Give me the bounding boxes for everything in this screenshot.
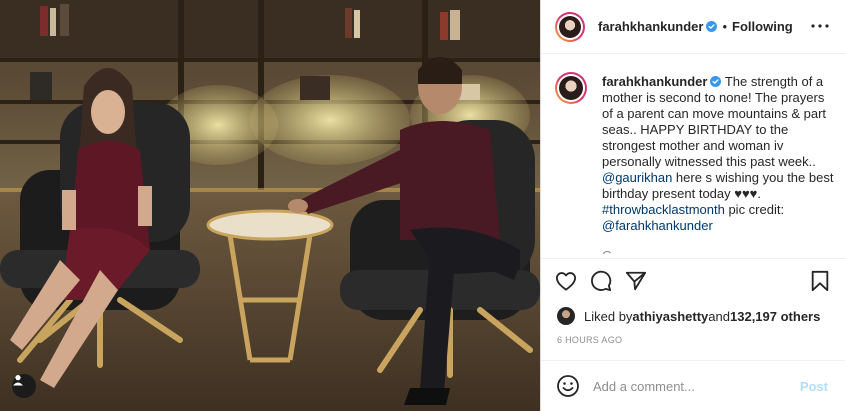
caption-username[interactable]: farahkhankunder xyxy=(602,74,707,89)
author-username[interactable]: farahkhankunder xyxy=(598,19,703,34)
hashtag-link[interactable]: #throwbacklastmonth xyxy=(602,202,725,217)
post-caption: farahkhankunder The strength of a mother… xyxy=(602,74,834,234)
post-header: farahkhankunder • Following xyxy=(541,0,845,54)
bookmark-icon[interactable] xyxy=(807,268,833,294)
liker-avatar[interactable] xyxy=(557,307,575,325)
instagram-post: farahkhankunder • Following farahkhankun… xyxy=(0,0,845,411)
likes-middle: and xyxy=(708,308,730,324)
ellipsis-icon[interactable] xyxy=(809,15,831,37)
user-silhouette-icon[interactable] xyxy=(12,374,36,398)
caption-text-3: pic credit: xyxy=(724,202,785,217)
post-timestamp[interactable]: 6 HOURS AGO xyxy=(557,335,622,345)
follow-status-button[interactable]: Following xyxy=(732,19,793,34)
caption-area: farahkhankunder The strength of a mother… xyxy=(541,54,845,259)
mention-farahkhankunder-link[interactable]: @farahkhankunder xyxy=(602,218,713,233)
author-avatar[interactable] xyxy=(555,11,585,42)
smiley-face-icon[interactable] xyxy=(555,373,581,399)
post-photo[interactable] xyxy=(0,0,540,411)
liker-username[interactable]: athiyashetty xyxy=(632,309,708,324)
verified-badge-icon xyxy=(710,76,722,87)
likes-prefix: Liked by xyxy=(584,308,633,324)
photo-illustration xyxy=(0,0,540,411)
comment-bar: Post xyxy=(541,360,845,411)
likes-summary: Liked by athiyashetty and 132,197 others xyxy=(557,307,820,325)
post-side-panel: farahkhankunder • Following farahkhankun… xyxy=(540,0,845,411)
verified-badge-icon xyxy=(706,21,718,32)
caption-author-avatar[interactable] xyxy=(555,72,587,104)
caption-next-line-partial: G... xyxy=(602,248,662,254)
comment-input[interactable] xyxy=(593,378,788,394)
comment-bubble-icon[interactable] xyxy=(588,268,614,294)
header-separator: • xyxy=(722,19,728,34)
post-comment-button[interactable]: Post xyxy=(800,379,828,394)
mention-gaurikhan-link[interactable]: @gaurikhan xyxy=(602,170,672,185)
likes-count[interactable]: 132,197 others xyxy=(730,309,820,324)
paper-plane-icon[interactable] xyxy=(623,268,649,294)
action-bar xyxy=(541,262,845,300)
heart-icon[interactable] xyxy=(553,268,579,294)
